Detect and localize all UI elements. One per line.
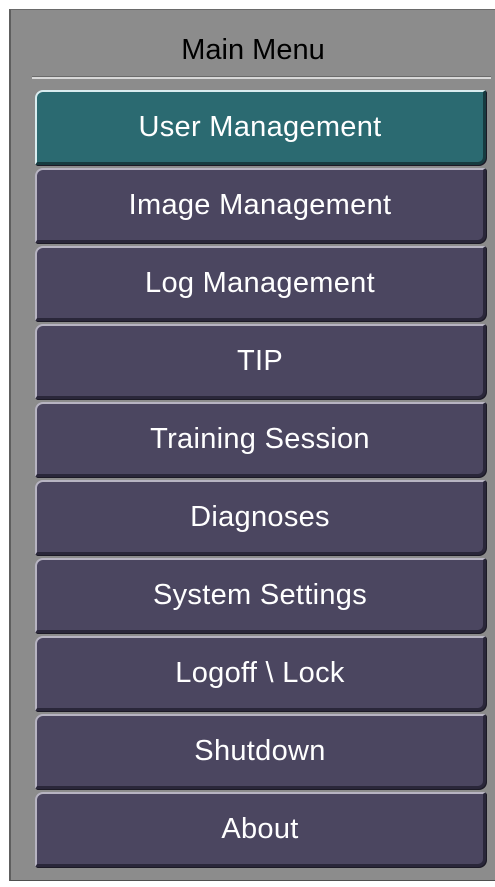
menu-item-about[interactable]: About bbox=[35, 792, 486, 867]
main-menu-title: Main Menu bbox=[181, 34, 325, 66]
menu-item-training-session[interactable]: Training Session bbox=[35, 402, 486, 477]
menu-item-label: Shutdown bbox=[194, 734, 326, 767]
menu-item-image-management[interactable]: Image Management bbox=[35, 168, 486, 243]
menu-item-system-settings[interactable]: System Settings bbox=[35, 558, 486, 633]
menu-item-user-management[interactable]: User Management bbox=[35, 90, 486, 165]
menu-item-label: Logoff \ Lock bbox=[175, 656, 345, 689]
menu-item-label: About bbox=[221, 812, 299, 845]
main-menu-list: User Management Image Management Log Man… bbox=[35, 90, 486, 870]
main-menu-panel: Main Menu User Management Image Manageme… bbox=[9, 9, 495, 881]
menu-item-label: Diagnoses bbox=[190, 500, 330, 533]
menu-item-shutdown[interactable]: Shutdown bbox=[35, 714, 486, 789]
menu-item-label: Log Management bbox=[145, 266, 375, 299]
menu-item-label: Training Session bbox=[150, 422, 370, 455]
menu-item-label: Image Management bbox=[128, 188, 392, 221]
menu-item-label: TIP bbox=[236, 344, 283, 377]
menu-item-log-management[interactable]: Log Management bbox=[35, 246, 486, 321]
title-divider bbox=[32, 76, 491, 79]
menu-item-tip[interactable]: TIP bbox=[35, 324, 486, 399]
menu-item-logoff-lock[interactable]: Logoff \ Lock bbox=[35, 636, 486, 711]
menu-item-label: User Management bbox=[138, 110, 382, 143]
menu-item-label: System Settings bbox=[152, 578, 368, 611]
menu-item-diagnoses[interactable]: Diagnoses bbox=[35, 480, 486, 555]
